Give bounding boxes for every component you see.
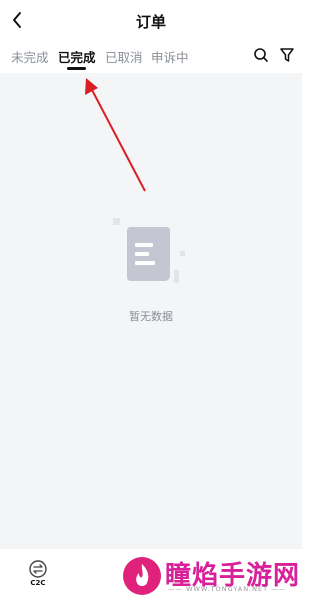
tab-incomplete[interactable]: 未完成 xyxy=(11,47,49,66)
active-tab-indicator xyxy=(67,67,86,70)
header: 订单 xyxy=(0,0,302,40)
empty-state-text: 暂无数据 xyxy=(129,310,173,323)
tab-completed[interactable]: 已完成 xyxy=(58,47,96,66)
flame-logo-icon xyxy=(123,557,161,595)
tab-appeal[interactable]: 申诉中 xyxy=(151,47,189,66)
document-icon xyxy=(113,218,185,283)
exchange-icon[interactable] xyxy=(28,559,48,579)
page-title: 订单 xyxy=(135,13,166,31)
c2c-label[interactable]: C2C xyxy=(26,579,50,587)
search-icon[interactable] xyxy=(252,46,270,64)
filter-icon[interactable] xyxy=(278,46,296,64)
tab-cancelled[interactable]: 已取消 xyxy=(105,47,143,66)
watermark-subtitle: —— WWW.TONGYAN.NET —— xyxy=(168,585,287,593)
order-tabs: 未完成 已完成 已取消 申诉中 xyxy=(0,42,302,74)
